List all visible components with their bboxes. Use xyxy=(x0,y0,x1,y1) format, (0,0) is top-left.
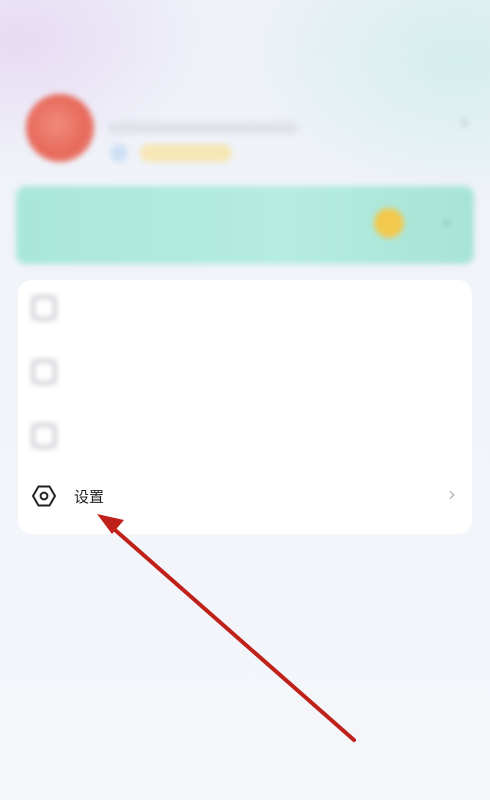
profile-subtitle xyxy=(108,122,298,134)
menu-item-settings[interactable]: 设置 › xyxy=(18,468,472,526)
menu-item[interactable] xyxy=(18,344,472,402)
menu-item[interactable] xyxy=(18,280,472,338)
menu-card: 设置 › xyxy=(18,280,472,534)
menu-item-icon xyxy=(32,296,56,320)
chevron-right-icon[interactable]: › xyxy=(461,112,468,133)
settings-label: 设置 xyxy=(74,488,105,506)
menu-item-icon xyxy=(32,360,56,384)
profile-header[interactable]: › xyxy=(0,80,490,180)
coin-icon xyxy=(374,208,404,238)
chevron-right-icon: › xyxy=(442,212,450,233)
menu-item-icon xyxy=(32,424,56,448)
status-bar xyxy=(0,0,490,28)
promo-banner[interactable]: › xyxy=(16,186,474,264)
avatar[interactable] xyxy=(26,94,94,162)
level-icon xyxy=(110,144,128,162)
menu-item[interactable] xyxy=(18,408,472,466)
chevron-right-icon: › xyxy=(448,482,456,506)
vip-badge[interactable] xyxy=(140,144,232,162)
settings-hex-icon xyxy=(32,485,56,507)
